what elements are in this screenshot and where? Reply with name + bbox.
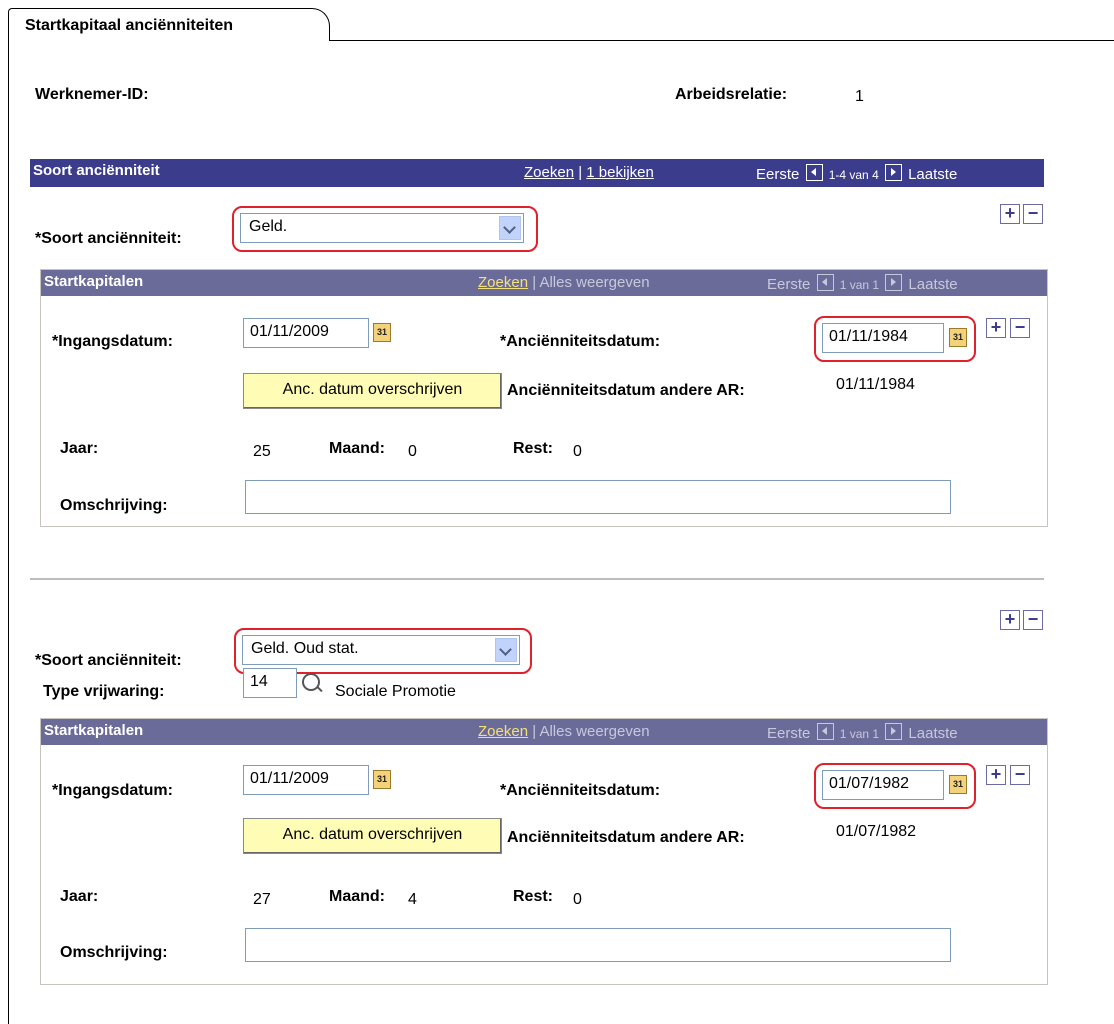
maand-value: 0 <box>408 443 417 460</box>
jaar-value: 27 <box>253 891 271 908</box>
last-label: Laatste <box>908 166 958 183</box>
omschrijving-input[interactable] <box>245 928 951 962</box>
next-arrow-icon[interactable] <box>884 164 902 181</box>
type-vrijwaring-value: 14 <box>250 673 268 690</box>
tab-startkapitaal[interactable]: Startkapitaal anciënniteiten <box>8 8 330 41</box>
show-all-link[interactable]: Alles weergeven <box>539 723 649 740</box>
arbeidsrelatie-value: 1 <box>855 88 864 105</box>
jaar-label: Jaar: <box>60 440 99 457</box>
next-arrow-icon[interactable] <box>885 723 903 740</box>
calendar-icon[interactable]: 31 <box>373 770 391 789</box>
chevron-down-icon[interactable] <box>499 216 521 240</box>
anc-datum-value: 01/11/1984 <box>829 328 908 345</box>
plus-icon[interactable]: + <box>986 765 1006 785</box>
view-link[interactable]: 1 bekijken <box>586 164 654 181</box>
separator: | <box>532 274 537 291</box>
ingangsdatum-value: 01/11/2009 <box>250 323 329 340</box>
zoeken-link[interactable]: Zoeken <box>524 164 574 181</box>
prev-arrow-icon[interactable] <box>816 274 834 291</box>
show-all-link[interactable]: Alles weergeven <box>539 274 649 291</box>
plus-icon[interactable]: + <box>1000 610 1020 630</box>
ingangsdatum-value: 01/11/2009 <box>250 770 329 787</box>
record-divider <box>30 578 1044 580</box>
anc-datum-value: 01/07/1982 <box>829 775 910 792</box>
grid-title: Soort anciënniteit <box>33 162 160 179</box>
soort-value: Geld. <box>249 218 288 235</box>
ingangsdatum-input[interactable]: 01/11/2009 <box>243 318 369 348</box>
plus-icon[interactable]: + <box>986 318 1006 338</box>
rest-value: 0 <box>573 891 582 908</box>
sub-grid-title: Startkapitalen <box>44 273 144 290</box>
row-range: 1-4 van 4 <box>828 168 879 182</box>
rest-label: Rest: <box>513 888 554 905</box>
row-range: 1 van 1 <box>839 727 880 741</box>
anc-datum-label: *Anciënniteitsdatum: <box>500 333 661 350</box>
sub-grid-title: Startkapitalen <box>44 722 144 739</box>
next-arrow-icon[interactable] <box>885 274 903 291</box>
anc-datum-input[interactable]: 01/07/1982 <box>822 770 944 800</box>
page-frame-top <box>330 40 1114 41</box>
type-vrijwaring-input[interactable]: 14 <box>243 668 297 698</box>
omschrijving-input[interactable] <box>245 480 951 514</box>
zoeken-link[interactable]: Zoeken <box>478 274 528 291</box>
sub-grid-header: Startkapitalen Zoeken | Alles weergeven … <box>41 719 1047 745</box>
anc-datum-overschrijven-button[interactable]: Anc. datum overschrijven <box>243 373 502 409</box>
grid-header-soort: Soort anciënniteit Zoeken | 1 bekijken E… <box>30 159 1044 187</box>
minus-icon[interactable]: − <box>1010 318 1030 338</box>
type-vrijwaring-desc: Sociale Promotie <box>335 683 456 700</box>
type-vrijwaring-label: Type vrijwaring: <box>43 683 165 700</box>
separator: | <box>578 164 583 181</box>
plus-icon[interactable]: + <box>1000 204 1020 224</box>
separator: | <box>532 723 537 740</box>
calendar-icon[interactable]: 31 <box>949 328 967 347</box>
rest-value: 0 <box>573 443 582 460</box>
tab-label: Startkapitaal anciënniteiten <box>25 17 234 34</box>
soort-value: Geld. Oud stat. <box>251 640 359 657</box>
page-frame-left <box>8 28 9 1024</box>
ingangsdatum-label: *Ingangsdatum: <box>52 333 173 350</box>
soort-label: *Soort anciënniteit: <box>35 652 182 669</box>
minus-icon[interactable]: − <box>1010 765 1030 785</box>
andere-ar-label: Anciënniteitsdatum andere AR: <box>507 382 745 399</box>
maand-value: 4 <box>408 891 417 908</box>
arbeidsrelatie-label: Arbeidsrelatie: <box>675 86 788 103</box>
jaar-label: Jaar: <box>60 888 99 905</box>
anc-datum-input[interactable]: 01/11/1984 <box>822 323 944 353</box>
jaar-value: 25 <box>253 443 271 460</box>
andere-ar-value: 01/07/1982 <box>836 823 917 840</box>
rest-label: Rest: <box>513 440 554 457</box>
anc-datum-label: *Anciënniteitsdatum: <box>500 782 661 799</box>
prev-arrow-icon[interactable] <box>816 723 834 740</box>
calendar-icon[interactable]: 31 <box>949 775 967 794</box>
row-range: 1 van 1 <box>839 278 880 292</box>
soort-select[interactable]: Geld. Oud stat. <box>242 635 520 665</box>
sub-grid-header: Startkapitalen Zoeken | Alles weergeven … <box>41 270 1047 296</box>
maand-label: Maand: <box>329 888 385 905</box>
chevron-down-icon[interactable] <box>495 638 517 662</box>
werknemer-id-label: Werknemer-ID: <box>35 86 149 103</box>
ingangsdatum-label: *Ingangsdatum: <box>52 782 173 799</box>
soort-select[interactable]: Geld. <box>240 213 524 243</box>
soort-label: *Soort anciënniteit: <box>35 230 182 247</box>
maand-label: Maand: <box>329 440 385 457</box>
andere-ar-label: Anciënniteitsdatum andere AR: <box>507 829 745 846</box>
last-label: Laatste <box>908 725 958 742</box>
andere-ar-value: 01/11/1984 <box>836 376 915 393</box>
first-label: Eerste <box>756 166 800 183</box>
ingangsdatum-input[interactable]: 01/11/2009 <box>243 765 369 795</box>
first-label: Eerste <box>767 276 811 293</box>
minus-icon[interactable]: − <box>1023 610 1043 630</box>
first-label: Eerste <box>767 725 811 742</box>
magnifier-icon[interactable] <box>302 673 320 691</box>
prev-arrow-icon[interactable] <box>805 164 823 181</box>
minus-icon[interactable]: − <box>1023 204 1043 224</box>
calendar-icon[interactable]: 31 <box>373 323 391 342</box>
anc-datum-overschrijven-button[interactable]: Anc. datum overschrijven <box>243 818 502 854</box>
omschrijving-label: Omschrijving: <box>60 497 168 514</box>
omschrijving-label: Omschrijving: <box>60 944 168 961</box>
zoeken-link[interactable]: Zoeken <box>478 723 528 740</box>
last-label: Laatste <box>908 276 958 293</box>
